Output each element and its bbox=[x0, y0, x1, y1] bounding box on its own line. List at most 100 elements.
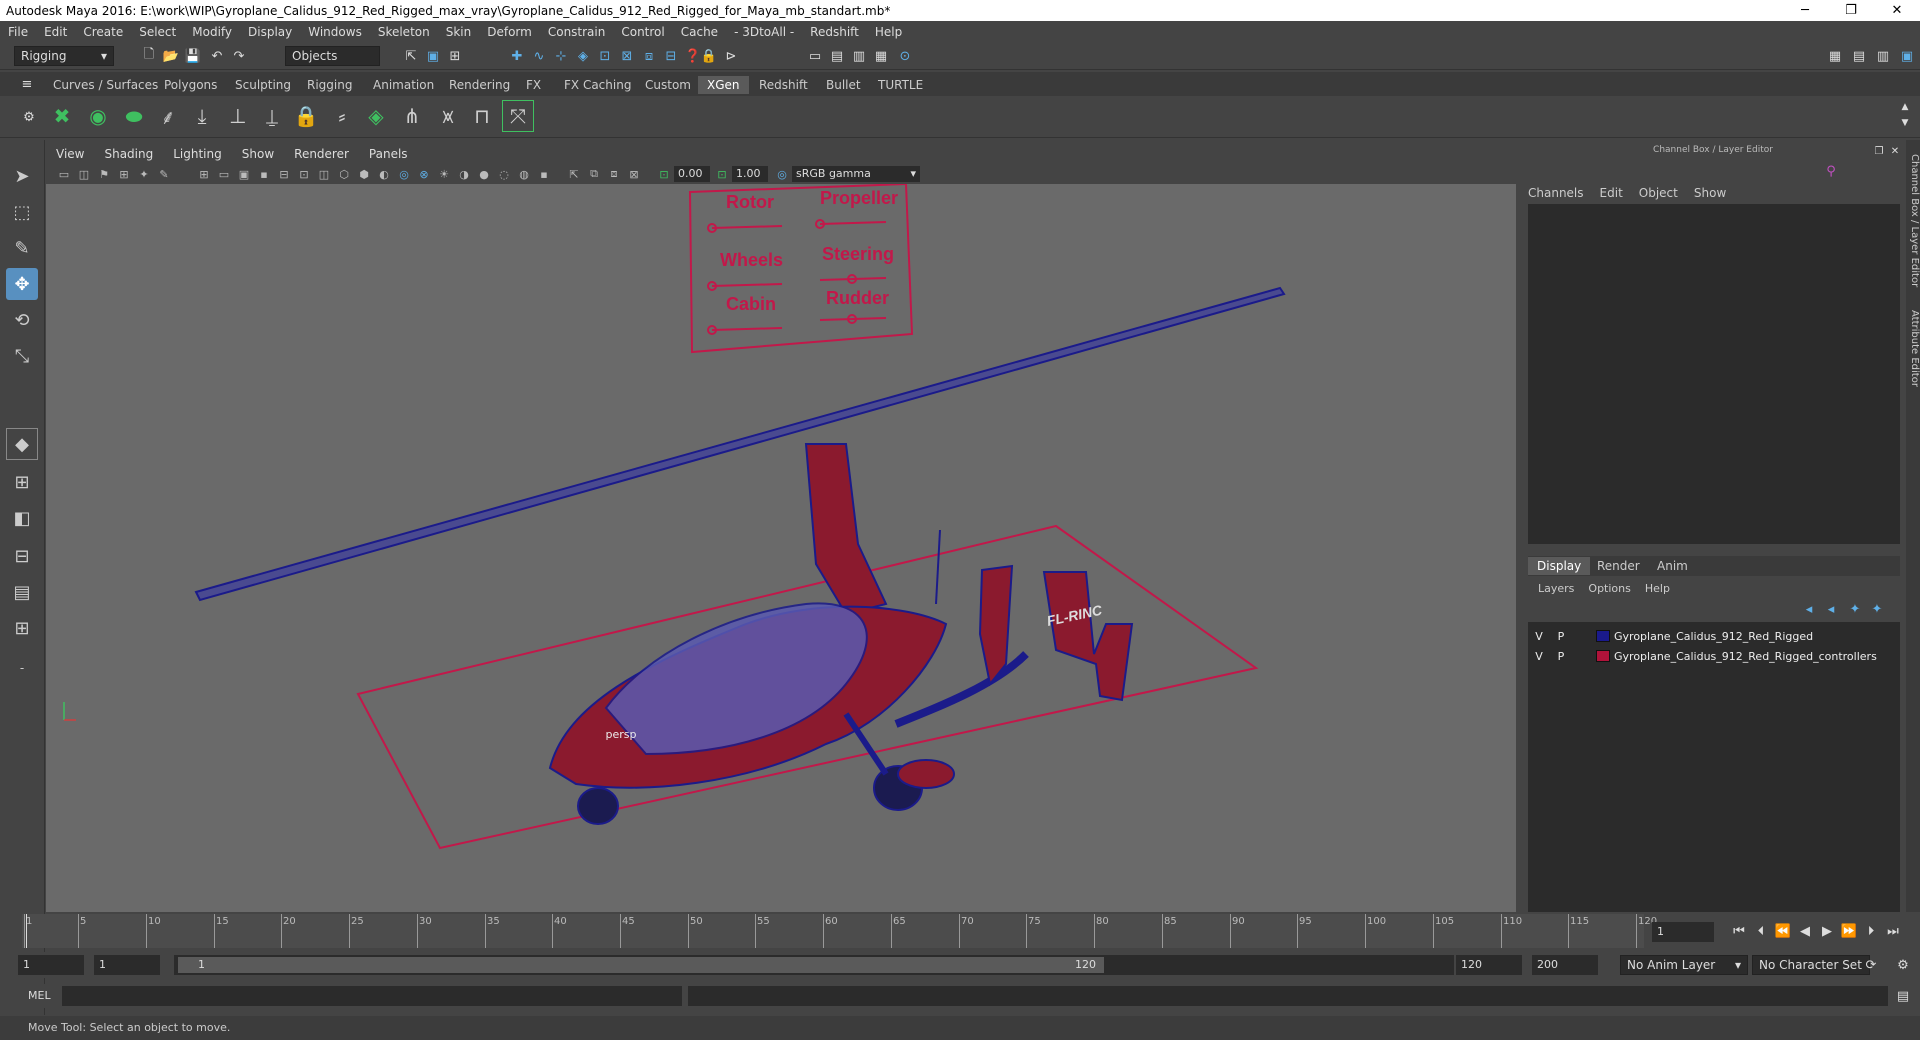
rotate-tool-icon[interactable]: ⟲ bbox=[6, 304, 38, 336]
move-layer-down-icon[interactable]: ◂ bbox=[1822, 600, 1840, 618]
menu-skeleton[interactable]: Skeleton bbox=[370, 25, 438, 39]
color-management-icon[interactable]: ◎ bbox=[774, 166, 790, 182]
film-gate-icon[interactable]: ▭ bbox=[216, 166, 232, 182]
lock-icon[interactable]: 🔒 bbox=[700, 47, 718, 65]
tab-bullet[interactable]: Bullet bbox=[817, 76, 870, 94]
command-input[interactable] bbox=[62, 986, 682, 1006]
rudder-slider[interactable] bbox=[819, 317, 887, 321]
snap-view-plane-icon[interactable]: ◈ bbox=[574, 47, 592, 65]
wireframe-icon[interactable]: ⬡ bbox=[336, 166, 352, 182]
side-tab-channel-box[interactable]: Channel Box / Layer Editor bbox=[1906, 154, 1920, 304]
show-menu[interactable]: Show bbox=[1694, 186, 1726, 200]
playback-start-field[interactable]: 1 bbox=[94, 955, 160, 975]
field-chart-icon[interactable]: ⊟ bbox=[276, 166, 292, 182]
menu-create[interactable]: Create bbox=[75, 25, 131, 39]
channel-box-area[interactable] bbox=[1528, 204, 1900, 544]
image-plane-icon[interactable]: ⊞ bbox=[116, 166, 132, 182]
smooth-shade-icon[interactable]: ⬢ bbox=[356, 166, 372, 182]
layer-color-swatch[interactable] bbox=[1596, 650, 1610, 662]
menu-3dtoall[interactable]: - 3DtoAll - bbox=[726, 25, 802, 39]
scene-end-field[interactable]: 200 bbox=[1532, 955, 1598, 975]
time-slider[interactable]: 1 5 10 15 20 25 30 35 40 45 50 55 60 65 70 75 80 85 90 95 10… bbox=[0, 914, 1920, 948]
redo-icon[interactable]: ↷ bbox=[230, 47, 248, 65]
scene-start-field[interactable]: 1 bbox=[18, 955, 84, 975]
panel-menu-view[interactable]: View bbox=[46, 147, 94, 161]
xgen-scale-icon[interactable]: ⤧ bbox=[502, 100, 534, 132]
persp-hypershade-layout-icon[interactable]: ▤ bbox=[6, 576, 38, 608]
persp-outliner-layout-icon[interactable]: ◧ bbox=[6, 502, 38, 534]
safe-action-icon[interactable]: ⊡ bbox=[296, 166, 312, 182]
layout-icon[interactable]: ▦ bbox=[1826, 47, 1844, 65]
view-transform-dropdown[interactable]: sRGB gamma ▾ bbox=[792, 166, 920, 182]
layer-visibility-toggle[interactable]: V bbox=[1528, 630, 1550, 643]
script-editor-icon[interactable]: ▤ bbox=[1894, 987, 1912, 1005]
layer-row[interactable]: V P Gyroplane_Calidus_912_Red_Rigged_con… bbox=[1528, 646, 1888, 666]
menu-skin[interactable]: Skin bbox=[438, 25, 480, 39]
layer-playback-toggle[interactable]: P bbox=[1550, 630, 1572, 643]
four-view-layout-icon[interactable]: ⊞ bbox=[6, 466, 38, 498]
use-all-lights-icon[interactable]: ☀ bbox=[436, 166, 452, 182]
options-menu[interactable]: Options bbox=[1588, 582, 1630, 595]
layer-visibility-toggle[interactable]: V bbox=[1528, 650, 1550, 663]
safe-title-icon[interactable]: ◫ bbox=[316, 166, 332, 182]
object-menu[interactable]: Object bbox=[1639, 186, 1678, 200]
gamma-field[interactable]: 1.00 bbox=[732, 166, 768, 182]
tab-redshift[interactable]: Redshift bbox=[750, 76, 817, 94]
menu-windows[interactable]: Windows bbox=[300, 25, 370, 39]
wheels-slider[interactable] bbox=[711, 283, 783, 287]
panel-menu-panels[interactable]: Panels bbox=[359, 147, 418, 161]
xgen-splines-icon[interactable]: ⸗ bbox=[326, 100, 358, 132]
ipr-render-icon[interactable]: ▥ bbox=[850, 47, 868, 65]
render-view-icon[interactable]: ▦ bbox=[872, 47, 890, 65]
select-component-icon[interactable]: ⊞ bbox=[446, 47, 464, 65]
scale-tool-icon[interactable]: ⤡ bbox=[6, 340, 38, 372]
auto-key-icon[interactable]: ⟳ bbox=[1862, 956, 1880, 974]
xray-components-icon[interactable]: ⊠ bbox=[626, 166, 642, 182]
xgen-lock-icon[interactable]: 🔒 bbox=[290, 100, 322, 132]
tool-settings-icon[interactable]: ▥ bbox=[1874, 47, 1892, 65]
range-handle[interactable]: 1 120 bbox=[178, 957, 1104, 973]
xray-icon[interactable]: ⧉ bbox=[586, 166, 602, 182]
anti-aliasing-icon[interactable]: ◍ bbox=[516, 166, 532, 182]
resolution-gate-icon[interactable]: ▣ bbox=[236, 166, 252, 182]
default-material-icon[interactable]: ◐ bbox=[376, 166, 392, 182]
depth-of-field-icon[interactable]: ▪ bbox=[536, 166, 552, 182]
menu-redshift[interactable]: Redshift bbox=[802, 25, 867, 39]
menu-file[interactable]: File bbox=[0, 25, 36, 39]
menu-deform[interactable]: Deform bbox=[479, 25, 540, 39]
xgen-editor-icon[interactable]: ✖ bbox=[46, 100, 78, 132]
isolate-select-icon[interactable]: ⇱ bbox=[566, 166, 582, 182]
layers-menu[interactable]: Layers bbox=[1538, 582, 1574, 595]
tab-turtle[interactable]: TURTLE bbox=[869, 76, 932, 94]
tab-animation[interactable]: Animation bbox=[364, 76, 443, 94]
xgen-description-icon[interactable]: ⬬ bbox=[118, 100, 150, 132]
lasso-tool-icon[interactable]: ⬚ bbox=[6, 196, 38, 228]
camera-attributes-icon[interactable]: ◫ bbox=[76, 166, 92, 182]
xgen-sculpt-icon[interactable]: ⊥ bbox=[222, 100, 254, 132]
edit-menu[interactable]: Edit bbox=[1600, 186, 1623, 200]
channel-box-key-icon[interactable]: ⚲ bbox=[1822, 162, 1840, 180]
tab-display[interactable]: Display bbox=[1528, 557, 1591, 575]
step-back-key-icon[interactable]: ⏴ bbox=[1752, 922, 1770, 940]
menu-set-dropdown[interactable]: Rigging ▾ bbox=[14, 46, 114, 66]
minimize-button[interactable]: ─ bbox=[1782, 3, 1828, 18]
exposure-field[interactable]: 0.00 bbox=[674, 166, 710, 182]
shelf-options-icon[interactable]: ⚙ bbox=[20, 108, 38, 126]
menu-constrain[interactable]: Constrain bbox=[540, 25, 614, 39]
tab-custom[interactable]: Custom bbox=[636, 76, 700, 94]
select-tool-icon[interactable]: ➤ bbox=[6, 160, 38, 192]
persp-graph-hypershade-layout-icon[interactable]: ⊞ bbox=[6, 612, 38, 644]
tab-curves-surfaces[interactable]: Curves / Surfaces bbox=[44, 76, 167, 94]
menu-edit[interactable]: Edit bbox=[36, 25, 75, 39]
render-settings-icon[interactable]: ▭ bbox=[806, 47, 824, 65]
steering-slider[interactable] bbox=[819, 277, 887, 281]
tab-polygons[interactable]: Polygons bbox=[155, 76, 226, 94]
snap-curve-icon[interactable]: ∿ bbox=[530, 47, 548, 65]
propeller-slider[interactable] bbox=[819, 221, 887, 225]
xgen-layers-icon[interactable]: ◈ bbox=[360, 100, 392, 132]
tab-xgen[interactable]: XGen bbox=[698, 76, 749, 94]
menu-modify[interactable]: Modify bbox=[184, 25, 240, 39]
step-forward-frame-icon[interactable]: ⏩ bbox=[1840, 922, 1858, 940]
gate-mask-icon[interactable]: ▪ bbox=[256, 166, 272, 182]
paint-select-tool-icon[interactable]: ✎ bbox=[6, 232, 38, 264]
